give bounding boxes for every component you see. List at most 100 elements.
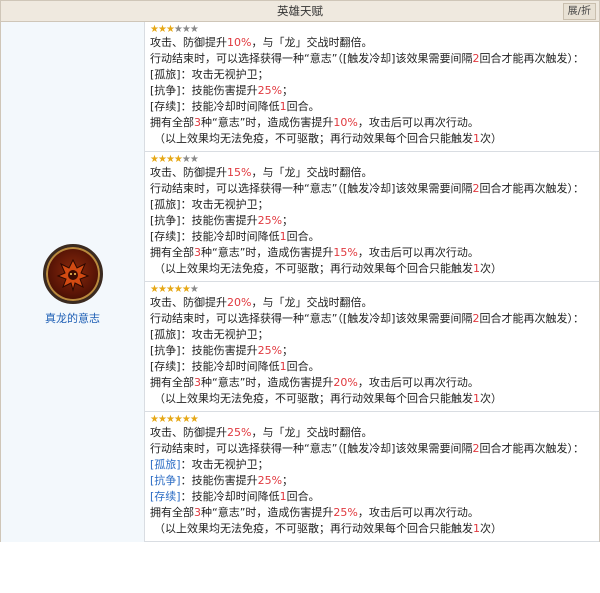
text-segment: 1 <box>473 132 480 145</box>
text-segment: ：技能冷却时间降低 <box>180 360 280 373</box>
will-choice-line: 行动结束时，可以选择获得一种“意志”（[触发冷却]该效果需要间隔2回合才能再次触… <box>150 51 595 67</box>
stat-bonus-line: 攻击、防御提升10%，与「龙」交战时翻倍。 <box>150 35 595 51</box>
star-rating: ★★★★★★ <box>150 24 595 35</box>
text-segment: ：技能伤害提升 <box>180 344 258 357</box>
text-segment: 行动结束时，可以选择获得一种“意志”（[触发冷却]该效果需要间隔 <box>150 52 473 65</box>
text-segment: ，与「龙」交战时翻倍。 <box>251 36 373 49</box>
text-segment: 15% <box>333 246 358 259</box>
text-segment: 3 <box>194 246 201 259</box>
immunity-note: （以上效果均无法免疫，不可驱散；再行动效果每个回合只能触发1次） <box>150 261 595 277</box>
will-option-resistance: [抗争]：技能伤害提升25%； <box>150 473 595 489</box>
will-option-endurance: [存续]：技能冷却时间降低1回合。 <box>150 99 595 115</box>
star-icon: ★ <box>150 284 159 295</box>
text-segment: 1 <box>473 392 480 405</box>
text-segment: 种“意志”时，造成伤害提升 <box>201 376 334 389</box>
star-icon: ★ <box>189 154 199 165</box>
stat-bonus-line: 攻击、防御提升15%，与「龙」交战时翻倍。 <box>150 165 595 181</box>
talent-tier: ★★★★★★ 攻击、防御提升25%，与「龙」交战时翻倍。 行动结束时，可以选择获得一… <box>145 412 599 542</box>
text-segment: ； <box>282 214 294 227</box>
text-segment: 25% <box>257 344 283 357</box>
dragon-will-icon <box>42 244 103 304</box>
star-icon: ★ <box>157 24 167 35</box>
will-option-endurance: [存续]：技能冷却时间降低1回合。 <box>150 229 595 245</box>
text-segment: ：攻击无视护卫； <box>180 68 269 81</box>
immunity-note: （以上效果均无法免疫，不可驱散；再行动效果每个回合只能触发1次） <box>150 131 595 147</box>
will-option-resistance: [抗争]：技能伤害提升25%； <box>150 213 595 229</box>
text-segment: 25% <box>257 84 283 97</box>
text-segment: ：攻击无视护卫； <box>180 458 269 471</box>
star-icon: ★ <box>157 284 167 295</box>
star-icon: ★ <box>173 284 183 295</box>
text-segment: 拥有全部 <box>150 246 194 259</box>
text-segment: 回合。 <box>286 230 320 243</box>
full-will-summary: 拥有全部3种“意志”时，造成伤害提升15%，攻击后可以再次行动。 <box>150 245 595 261</box>
text-segment: 25% <box>257 474 283 487</box>
full-will-summary: 拥有全部3种“意志”时，造成伤害提升20%，攻击后可以再次行动。 <box>150 375 595 391</box>
will-option-endurance: [存续]：技能冷却时间降低1回合。 <box>150 489 595 505</box>
text-segment: ：技能伤害提升 <box>180 474 258 487</box>
star-rating: ★★★★★★ <box>150 414 595 425</box>
text-segment: 20% <box>227 296 252 309</box>
will-option-endurance: [存续]：技能冷却时间降低1回合。 <box>150 359 595 375</box>
text-segment: 回合才能再次触发）： <box>479 52 584 65</box>
talent-tier: ★★★★★★ 攻击、防御提升15%，与「龙」交战时翻倍。 行动结束时，可以选择获得一… <box>145 152 599 282</box>
talent-panel: 英雄天赋 展/折 真龙的意志 ★★★★★★ 攻击、防御提升10%，与「龙」交战时翻… <box>0 0 600 542</box>
star-icon: ★ <box>150 24 159 35</box>
text-segment: ：技能冷却时间降低 <box>180 100 280 113</box>
text-segment: 次） <box>480 262 502 275</box>
star-icon: ★ <box>173 24 183 35</box>
text-segment: 攻击、防御提升 <box>150 36 227 49</box>
star-icon: ★ <box>189 24 199 35</box>
text-segment: 1 <box>473 522 480 535</box>
text-segment: ，攻击后可以再次行动。 <box>357 246 479 259</box>
text-segment: 1 <box>279 490 287 503</box>
text-segment: 拥有全部 <box>150 376 194 389</box>
expand-collapse-button[interactable]: 展/折 <box>562 3 596 20</box>
text-segment: 攻击、防御提升 <box>150 166 227 179</box>
talent-tier: ★★★★★★ 攻击、防御提升20%，与「龙」交战时翻倍。 行动结束时，可以选择获得一… <box>145 282 599 412</box>
text-segment: 次） <box>480 132 502 145</box>
text-segment: [抗争] <box>150 84 181 97</box>
will-option-solitude: [孤旅]：攻击无视护卫； <box>150 457 595 473</box>
text-segment: 回合。 <box>286 490 320 503</box>
text-segment: 攻击、防御提升 <box>150 426 227 439</box>
text-segment: 1 <box>279 360 287 373</box>
text-segment: （以上效果均无法免疫，不可驱散；再行动效果每个回合只能触发 <box>154 262 473 275</box>
text-segment: ； <box>282 84 294 97</box>
text-segment: 种“意志”时，造成伤害提升 <box>201 506 334 519</box>
text-segment: 种“意志”时，造成伤害提升 <box>201 116 334 129</box>
star-rating: ★★★★★★ <box>150 284 595 295</box>
will-option-resistance: [抗争]：技能伤害提升25%； <box>150 83 595 99</box>
text-segment: 15% <box>227 166 252 179</box>
text-segment: 1 <box>279 230 287 243</box>
will-option-solitude: [孤旅]：攻击无视护卫； <box>150 327 595 343</box>
will-choice-line: 行动结束时，可以选择获得一种“意志”（[触发冷却]该效果需要间隔2回合才能再次触… <box>150 311 595 327</box>
will-option-solitude: [孤旅]：攻击无视护卫； <box>150 197 595 213</box>
text-segment: [存续] <box>150 230 181 243</box>
text-segment: 1 <box>473 262 480 275</box>
text-segment: ，与「龙」交战时翻倍。 <box>251 166 373 179</box>
text-segment: 拥有全部 <box>150 506 194 519</box>
text-segment: 25% <box>333 506 358 519</box>
text-segment: [孤旅] <box>150 328 181 341</box>
text-segment: 回合才能再次触发）： <box>479 182 584 195</box>
star-icon: ★ <box>181 24 191 35</box>
talent-tier: ★★★★★★ 攻击、防御提升10%，与「龙」交战时翻倍。 行动结束时，可以选择获得一… <box>145 22 599 152</box>
immunity-note: （以上效果均无法免疫，不可驱散；再行动效果每个回合只能触发1次） <box>150 391 595 407</box>
text-segment: （以上效果均无法免疫，不可驱散；再行动效果每个回合只能触发 <box>154 522 473 535</box>
talent-name: 真龙的意志 <box>45 312 100 325</box>
will-option-resistance: [抗争]：技能伤害提升25%； <box>150 343 595 359</box>
text-segment: ，攻击后可以再次行动。 <box>357 376 479 389</box>
text-segment: 25% <box>227 426 252 439</box>
star-icon: ★ <box>189 414 199 425</box>
full-will-summary: 拥有全部3种“意志”时，造成伤害提升25%，攻击后可以再次行动。 <box>150 505 595 521</box>
text-segment: ； <box>282 344 294 357</box>
panel-body: 真龙的意志 ★★★★★★ 攻击、防御提升10%，与「龙」交战时翻倍。 行动结束时，可… <box>1 22 599 542</box>
star-icon: ★ <box>181 414 191 425</box>
star-icon: ★ <box>165 154 175 165</box>
text-segment: 3 <box>194 116 201 129</box>
text-segment: [抗争] <box>150 474 181 487</box>
will-choice-line: 行动结束时，可以选择获得一种“意志”（[触发冷却]该效果需要间隔2回合才能再次触… <box>150 441 595 457</box>
talent-identity: 真龙的意志 <box>1 22 145 542</box>
star-icon: ★ <box>150 414 159 425</box>
